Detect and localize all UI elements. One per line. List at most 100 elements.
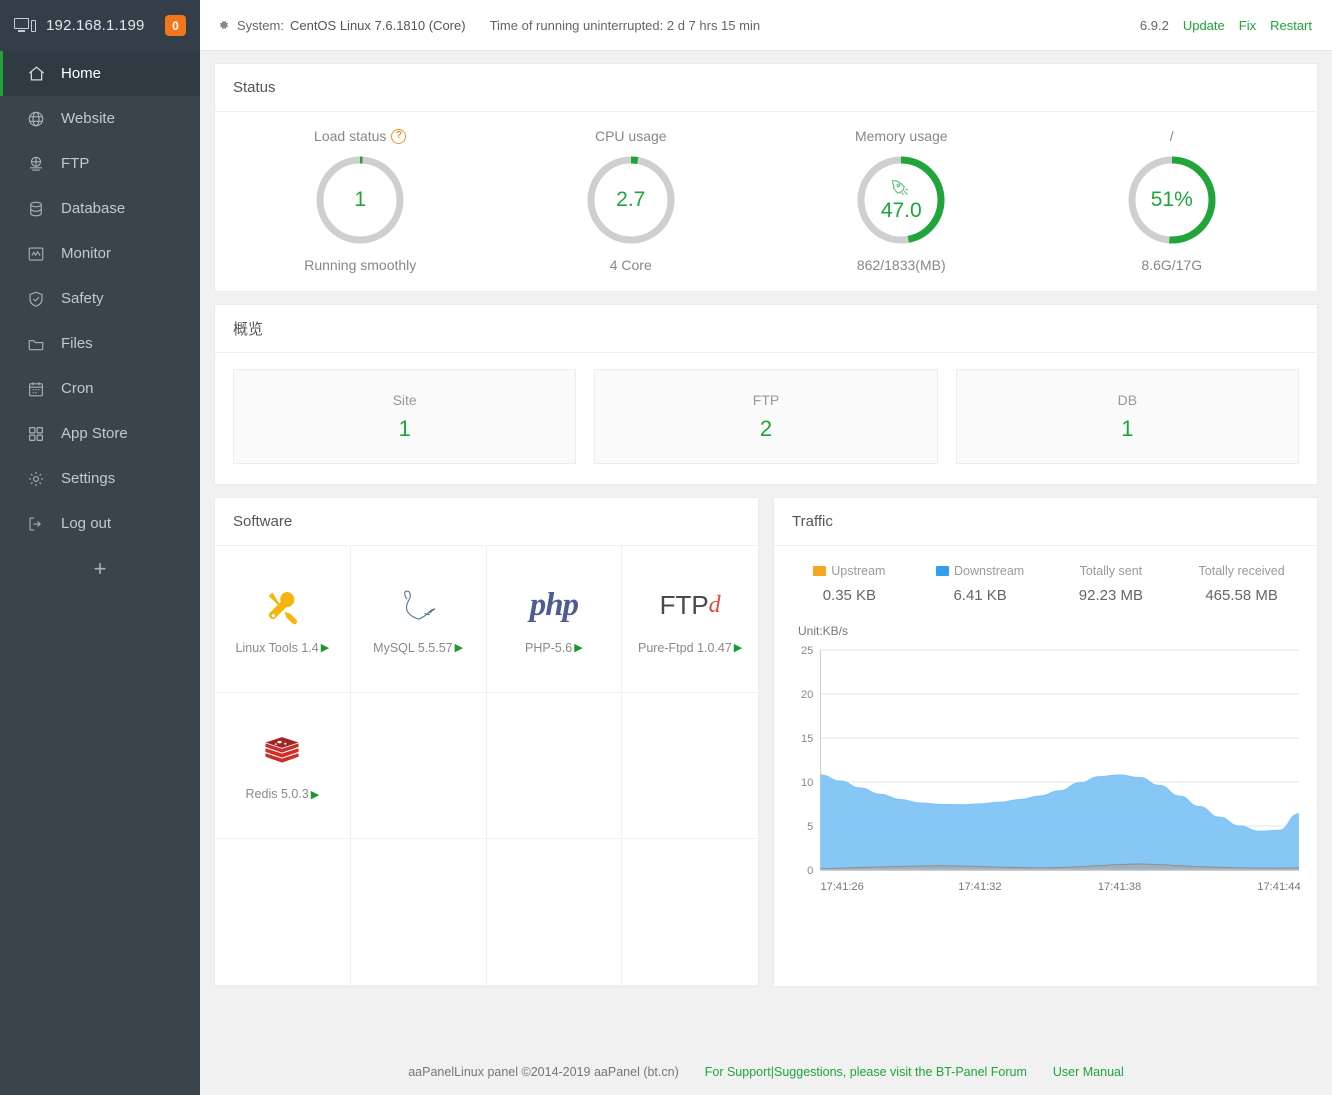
sidebar-item-settings[interactable]: Settings	[0, 456, 200, 501]
overview-value: 1	[399, 416, 411, 442]
software-name: Pure-Ftpd 1.0.47 ▶	[638, 641, 742, 655]
gauge-title-text: CPU usage	[595, 128, 667, 144]
sidebar-item-log-out[interactable]: Log out	[0, 501, 200, 546]
gauge-ring: 51%	[1125, 153, 1219, 247]
software-name-text: Pure-Ftpd 1.0.47	[638, 641, 732, 655]
software-item-pure-ftpd[interactable]: FTPd Pure-Ftpd 1.0.47 ▶	[622, 546, 758, 693]
add-server-button[interactable]: +	[0, 546, 200, 591]
sidebar-item-label: Settings	[61, 470, 115, 487]
php-icon: php	[530, 583, 578, 629]
sidebar-item-monitor[interactable]: Monitor	[0, 231, 200, 276]
sidebar-item-safety[interactable]: Safety	[0, 276, 200, 321]
chart-unit-label: Unit:KB/s	[774, 608, 1317, 640]
gauge-ring: 2.7	[584, 153, 678, 247]
bottom-row: Software Linux Tools 1.	[214, 497, 1318, 987]
topbar-actions: 6.9.2 Update Fix Restart	[1140, 18, 1312, 33]
software-name: MySQL 5.5.57 ▶	[373, 641, 463, 655]
gauge-value-text: 51%	[1151, 188, 1193, 212]
gauge-subtext: 4 Core	[610, 257, 652, 273]
overview-value: 1	[1121, 416, 1133, 442]
sidebar-item-label: Database	[61, 200, 125, 217]
status-gauges: Load status ? 1 Running s	[215, 112, 1317, 291]
version-label: 6.9.2	[1140, 18, 1169, 33]
gauge-ring: 47.0	[854, 153, 948, 247]
gauge-title-text: Memory usage	[855, 128, 948, 144]
overview-value: 2	[760, 416, 772, 442]
svg-text:5: 5	[807, 821, 813, 833]
overview-box-site[interactable]: Site 1	[233, 369, 576, 464]
rocket-icon	[890, 177, 912, 199]
overview-box-ftp[interactable]: FTP 2	[594, 369, 937, 464]
traffic-stat-label: Totally sent	[1080, 564, 1143, 578]
sidebar-item-label: Files	[61, 335, 93, 352]
svg-text:17:41:44: 17:41:44	[1257, 881, 1300, 893]
traffic-stat-value: 465.58 MB	[1205, 587, 1278, 604]
status-card-title: Status	[215, 64, 1317, 112]
software-grid: Linux Tools 1.4 ▶	[215, 546, 758, 986]
start-icon[interactable]: ▶	[574, 641, 582, 654]
software-empty-cell	[622, 839, 758, 986]
top-bar: System: CentOS Linux 7.6.1810 (Core) Tim…	[200, 0, 1332, 51]
traffic-card-title: Traffic	[774, 498, 1317, 546]
sidebar-item-database[interactable]: Database	[0, 186, 200, 231]
gear-icon	[27, 470, 49, 488]
gauge-value-text: 2.7	[616, 188, 645, 212]
traffic-stat-label: Totally received	[1199, 564, 1285, 578]
fix-link[interactable]: Fix	[1239, 18, 1256, 33]
traffic-stat-upstream: Upstream 0.35 KB	[784, 564, 915, 604]
software-item-php[interactable]: php PHP-5.6 ▶	[487, 546, 623, 693]
traffic-stat-value: 92.23 MB	[1079, 587, 1143, 604]
software-item-linux-tools[interactable]: Linux Tools 1.4 ▶	[215, 546, 351, 693]
traffic-chart-svg[interactable]: 051015202517:41:2617:41:3217:41:3817:41:…	[786, 640, 1305, 908]
gauge-value: 47.0	[854, 153, 948, 247]
grid-icon	[27, 425, 49, 443]
traffic-stat-label-text: Downstream	[954, 564, 1024, 578]
sidebar-item-label: Log out	[61, 515, 111, 532]
database-icon	[27, 200, 49, 218]
start-icon[interactable]: ▶	[311, 788, 319, 801]
notification-badge[interactable]: 0	[165, 15, 186, 36]
software-item-redis[interactable]: Redis 5.0.3 ▶	[215, 693, 351, 840]
gauge-subtext: 8.6G/17G	[1141, 257, 1202, 273]
traffic-chart[interactable]: 051015202517:41:2617:41:3217:41:3817:41:…	[774, 640, 1317, 986]
software-item-mysql[interactable]: MySQL 5.5.57 ▶	[351, 546, 487, 693]
ftp-icon	[27, 155, 49, 173]
upstream-legend-swatch	[813, 566, 826, 576]
traffic-stat-label: Downstream	[936, 564, 1024, 578]
start-icon[interactable]: ▶	[321, 641, 329, 654]
gear-icon	[216, 18, 230, 32]
footer-manual-link[interactable]: User Manual	[1053, 1065, 1124, 1079]
help-icon[interactable]: ?	[391, 129, 406, 144]
update-link[interactable]: Update	[1183, 18, 1225, 33]
start-icon[interactable]: ▶	[734, 641, 742, 654]
sidebar-item-website[interactable]: Website	[0, 96, 200, 141]
sidebar-item-app-store[interactable]: App Store	[0, 411, 200, 456]
software-empty-cell	[351, 839, 487, 986]
traffic-stat-totally-sent: Totally sent 92.23 MB	[1046, 564, 1177, 604]
software-name: PHP-5.6 ▶	[525, 641, 583, 655]
home-icon	[27, 64, 49, 83]
svg-text:17:41:38: 17:41:38	[1098, 881, 1141, 893]
gauge-ring: 1	[313, 153, 407, 247]
gauge-subtext: Running smoothly	[304, 257, 416, 273]
gauge-cpu-usage: CPU usage 2.7 4 Core	[496, 128, 767, 273]
sidebar-item-files[interactable]: Files	[0, 321, 200, 366]
software-name-text: MySQL 5.5.57	[373, 641, 452, 655]
sidebar-item-label: Safety	[61, 290, 104, 307]
overview-label: FTP	[753, 392, 779, 408]
sidebar-item-label: Cron	[61, 380, 94, 397]
sidebar: 192.168.1.199 0 Home	[0, 0, 200, 1095]
traffic-stat-label: Upstream	[813, 564, 885, 578]
software-name: Linux Tools 1.4 ▶	[236, 641, 330, 655]
gauge-value: 51%	[1125, 153, 1219, 247]
sidebar-item-home[interactable]: Home	[0, 51, 200, 96]
status-card: Status Load status ?	[214, 63, 1318, 292]
overview-box-db[interactable]: DB 1	[956, 369, 1299, 464]
sidebar-item-cron[interactable]: Cron	[0, 366, 200, 411]
footer-support-link[interactable]: For Support|Suggestions, please visit th…	[705, 1065, 1027, 1079]
gauge-subtext: 862/1833(MB)	[857, 257, 946, 273]
gauge-memory-usage: Memory usage	[766, 128, 1037, 273]
sidebar-item-ftp[interactable]: FTP	[0, 141, 200, 186]
start-icon[interactable]: ▶	[455, 641, 463, 654]
restart-link[interactable]: Restart	[1270, 18, 1312, 33]
